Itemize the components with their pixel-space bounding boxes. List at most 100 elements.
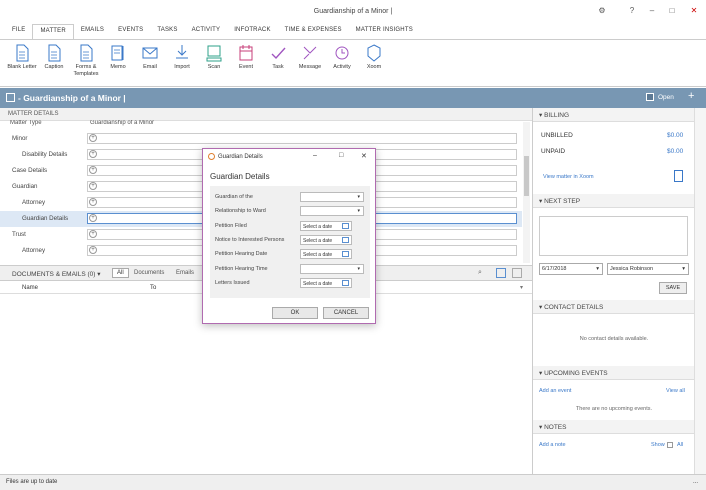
hearing-date-label: Petition Hearing Date (215, 251, 268, 257)
petition-filed-date[interactable]: Select a date (300, 221, 352, 231)
open-checkbox[interactable] (646, 93, 654, 101)
view-all-link[interactable]: View all (666, 388, 685, 394)
tab-tasks[interactable]: TASKS (150, 24, 184, 39)
expand-icon[interactable]: + (89, 182, 97, 190)
expand-icon[interactable]: + (89, 198, 97, 206)
next-step-person[interactable]: Jessica Robinson ▾ (607, 263, 689, 275)
memo-icon (111, 45, 124, 61)
notice-date[interactable]: Select a date (300, 235, 352, 245)
tab-events[interactable]: EVENTS (111, 24, 150, 39)
calendar-icon[interactable] (342, 223, 349, 229)
app-icon (208, 153, 215, 160)
show-all-checkbox[interactable] (667, 442, 673, 448)
filter-documents[interactable]: Documents (134, 270, 164, 276)
matter-details-header: MATTER DETAILS (0, 108, 532, 121)
status-text: Files are up to date (6, 479, 58, 485)
caption-button[interactable]: Caption (38, 40, 70, 86)
matter-title: - Guardianship of a Minor | (18, 93, 126, 103)
scan-button[interactable]: Scan (198, 40, 230, 86)
document-icon (48, 44, 61, 62)
add-event-link[interactable]: Add an event (539, 388, 571, 394)
forms-templates-button[interactable]: Forms & Templates (70, 40, 102, 86)
tab-activity[interactable]: ACTIVITY (185, 24, 228, 39)
expand-icon[interactable]: + (89, 246, 97, 254)
save-button[interactable]: SAVE (659, 282, 687, 294)
matter-icon (6, 93, 15, 102)
next-step-header[interactable]: ▾ NEXT STEP (533, 194, 695, 208)
upcoming-empty: There are no upcoming events. (575, 406, 653, 412)
menu-bar: FILE MATTER EMAILS EVENTS TASKS ACTIVITY… (0, 24, 706, 39)
scrollbar-thumb[interactable] (524, 156, 529, 196)
task-button[interactable]: Task (262, 40, 294, 86)
email-button[interactable]: Email (134, 40, 166, 86)
partial-row-label: Matter Type (10, 120, 42, 126)
blank-letter-button[interactable]: Blank Letter (6, 40, 38, 86)
partial-row-value: Guardianship of a Minor (90, 120, 155, 126)
details-scrollbar[interactable] (523, 122, 530, 263)
message-icon (303, 46, 317, 60)
expand-icon[interactable]: + (89, 150, 97, 158)
expand-icon[interactable]: + (89, 214, 97, 222)
folder-icon[interactable] (496, 268, 506, 278)
detail-row-minor[interactable]: Minor + (0, 131, 522, 147)
hearing-time-select[interactable]: ▾ (300, 264, 364, 274)
import-button[interactable]: Import (166, 40, 198, 86)
tab-matter-insights[interactable]: MATTER INSIGHTS (349, 24, 420, 39)
message-button[interactable]: Message (294, 40, 326, 86)
expand-icon[interactable]: + (89, 134, 97, 142)
tab-file[interactable]: FILE (5, 24, 32, 39)
upcoming-header[interactable]: ▾ UPCOMING EVENTS (533, 366, 695, 380)
settings-icon[interactable]: ⚙ (594, 6, 610, 15)
next-step-date[interactable]: 6/17/2018 ▾ (539, 263, 603, 275)
hearing-date[interactable]: Select a date (300, 249, 352, 259)
memo-button[interactable]: Memo (102, 40, 134, 86)
expand-icon[interactable]: + (89, 166, 97, 174)
event-button[interactable]: Event (230, 40, 262, 86)
dialog-heading: Guardian Details (210, 172, 270, 181)
column-menu-icon[interactable]: ▾ (520, 284, 523, 291)
documents-title[interactable]: DOCUMENTS & EMAILS (0) ▾ (12, 270, 101, 278)
right-scrollbar[interactable] (694, 108, 706, 474)
activity-button[interactable]: Activity (326, 40, 358, 86)
contact-header[interactable]: ▾ CONTACT DETAILS (533, 300, 695, 314)
add-icon[interactable]: + (688, 90, 694, 102)
search-icon[interactable]: ⌕ (478, 269, 482, 277)
xoom-icon[interactable] (674, 170, 683, 182)
letters-issued-date[interactable]: Select a date (300, 278, 352, 288)
dialog-maximize[interactable]: □ (339, 152, 343, 159)
next-step-textarea[interactable] (539, 216, 688, 256)
filter-emails[interactable]: Emails (176, 270, 194, 276)
xoom-button[interactable]: Xoom (358, 40, 390, 86)
relationship-select[interactable]: ▾ (300, 206, 364, 216)
column-name[interactable]: Name (22, 285, 38, 291)
dialog-close[interactable]: ✕ (361, 152, 367, 160)
filter-all[interactable]: All (112, 268, 129, 278)
xoom-icon (367, 44, 381, 62)
cancel-button[interactable]: CANCEL (323, 307, 369, 319)
dialog-minimize[interactable]: – (313, 152, 317, 159)
detail-field[interactable] (87, 133, 517, 144)
tab-time-expenses[interactable]: TIME & EXPENSES (278, 24, 349, 39)
close-button[interactable]: ✕ (686, 6, 702, 15)
minimize-button[interactable]: – (644, 6, 660, 15)
ok-button[interactable]: OK (272, 307, 318, 319)
maximize-button[interactable]: □ (664, 6, 680, 15)
tab-emails[interactable]: EMAILS (74, 24, 111, 39)
hearing-time-label: Petition Hearing Time (215, 266, 268, 272)
guardian-of-select[interactable]: ▾ (300, 192, 364, 202)
title-bar: Guardianship of a Minor | ⚙ ? – □ ✕ (0, 0, 706, 24)
notes-header[interactable]: ▾ NOTES (533, 420, 695, 434)
calendar-icon[interactable] (342, 237, 349, 243)
list-icon[interactable] (512, 268, 522, 278)
add-note-link[interactable]: Add a note (539, 442, 566, 448)
column-to[interactable]: To (150, 285, 156, 291)
tab-infotrack[interactable]: INFOTRACK (227, 24, 277, 39)
open-label: Open (658, 94, 674, 101)
billing-header[interactable]: ▾ BILLING (533, 108, 695, 122)
calendar-icon[interactable] (342, 251, 349, 257)
calendar-icon[interactable] (342, 280, 349, 286)
help-button[interactable]: ? (624, 6, 640, 15)
xoom-link[interactable]: View matter in Xoom (543, 174, 594, 180)
tab-matter[interactable]: MATTER (32, 24, 74, 39)
expand-icon[interactable]: + (89, 230, 97, 238)
